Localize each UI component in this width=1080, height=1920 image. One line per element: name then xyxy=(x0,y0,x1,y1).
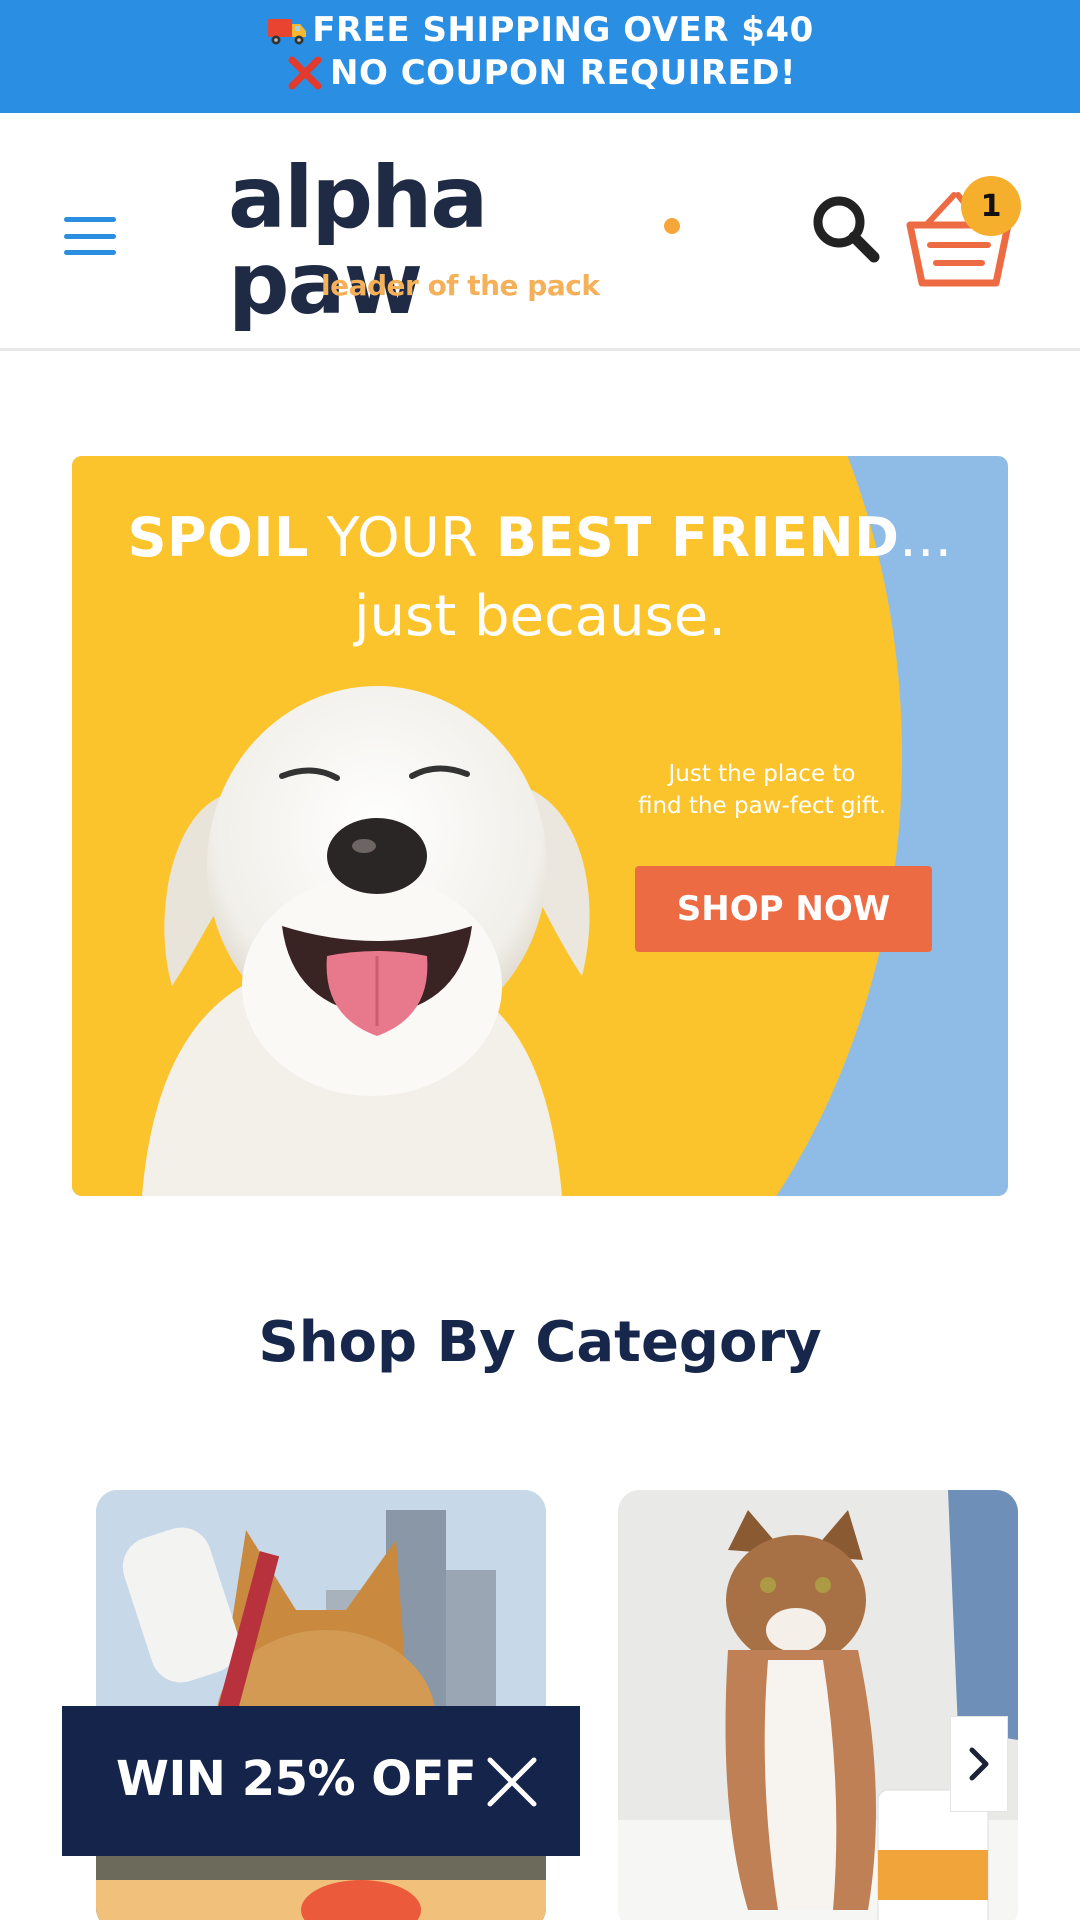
delivery-truck-icon xyxy=(266,11,308,49)
site-header: alpha paw leader of the pack 1 xyxy=(0,113,1080,351)
hero-subheadline: just because. xyxy=(353,584,726,649)
shop-now-button[interactable]: SHOP NOW xyxy=(635,866,932,952)
hero-body-text: Just the place to find the paw-fect gift… xyxy=(637,761,887,819)
cart-count-badge[interactable]: 1 xyxy=(961,176,1021,236)
chevron-right-icon xyxy=(969,1747,989,1781)
promo-label[interactable]: WIN 25% OFF xyxy=(116,1751,477,1807)
smiling-dog-image xyxy=(142,686,590,1196)
announcement-line-2: NO COUPON REQUIRED! xyxy=(0,53,1080,93)
announcement-shipping-text: FREE SHIPPING OVER $40 xyxy=(312,10,814,50)
hero-headline: SPOIL YOUR BEST FRIEND... xyxy=(127,506,953,569)
logo-dot xyxy=(664,218,680,234)
category-card-cat[interactable] xyxy=(618,1490,1018,1920)
hamburger-menu-icon[interactable] xyxy=(62,213,118,259)
announcement-bar: FREE SHIPPING OVER $40 NO COUPON REQUIRE… xyxy=(0,0,1080,113)
cross-mark-icon xyxy=(284,54,326,92)
close-icon[interactable] xyxy=(482,1752,542,1812)
announcement-coupon-text: NO COUPON REQUIRED! xyxy=(330,53,796,93)
cat-category-photo xyxy=(618,1490,1018,1920)
hero-banner[interactable]: SPOIL YOUR BEST FRIEND... just because. … xyxy=(72,456,1008,1196)
brand-logo[interactable]: alpha paw leader of the pack xyxy=(228,155,688,327)
logo-tagline: leader of the pack xyxy=(321,269,600,302)
shop-by-category-title: Shop By Category xyxy=(258,1310,822,1375)
search-icon[interactable] xyxy=(806,189,886,269)
announcement-line-1: FREE SHIPPING OVER $40 xyxy=(0,10,1080,50)
promo-popup[interactable]: WIN 25% OFF xyxy=(62,1706,580,1856)
carousel-next-button[interactable] xyxy=(950,1716,1008,1812)
